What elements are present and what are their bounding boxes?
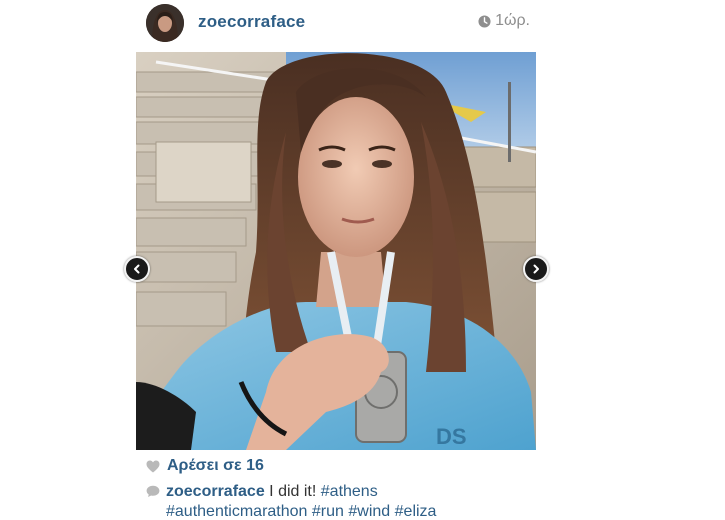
comment-bubble-icon xyxy=(146,485,160,497)
post-header: zoecorraface 1ώρ. xyxy=(136,0,536,46)
avatar[interactable] xyxy=(146,4,184,42)
caption-username[interactable]: zoecorraface xyxy=(166,483,265,500)
clock-icon xyxy=(478,14,491,28)
caption-text: zoecorraface I did it! #athens #authenti… xyxy=(166,482,536,520)
likes-row[interactable]: Αρέσει σε 16 xyxy=(146,457,264,475)
page: zoecorraface 1ώρ. DS Αρέσει σε 16 zoecor… xyxy=(0,0,725,520)
timestamp-text: 1ώρ. xyxy=(495,12,530,29)
hashtag-link[interactable]: #eliza xyxy=(395,503,437,520)
chevron-right-icon xyxy=(533,264,539,274)
likes-count[interactable]: Αρέσει σε 16 xyxy=(167,457,264,475)
caption-body: I did it! xyxy=(269,483,317,500)
instagram-post: zoecorraface 1ώρ. DS Αρέσει σε 16 zoecor… xyxy=(136,0,536,520)
chevron-left-icon xyxy=(134,264,140,274)
hashtag-link[interactable]: #run xyxy=(312,503,344,520)
post-timestamp: 1ώρ. xyxy=(478,12,530,30)
photo-illustration: DS xyxy=(136,52,536,450)
previous-photo-button[interactable] xyxy=(124,256,150,282)
post-photo[interactable]: DS xyxy=(136,52,536,450)
next-photo-button[interactable] xyxy=(523,256,549,282)
svg-text:DS: DS xyxy=(436,424,467,449)
heart-icon[interactable] xyxy=(146,460,160,473)
hashtag-link[interactable]: #wind xyxy=(348,503,390,520)
hashtag-link[interactable]: #authenticmarathon xyxy=(166,503,307,520)
post-username[interactable]: zoecorraface xyxy=(198,12,305,32)
hashtag-link[interactable]: #athens xyxy=(321,483,378,500)
